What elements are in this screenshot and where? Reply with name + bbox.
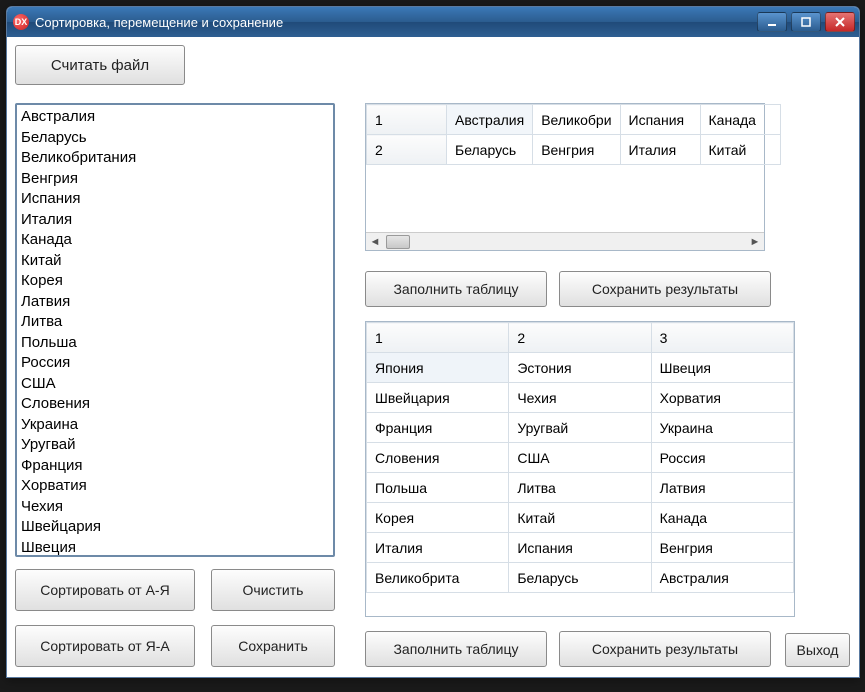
grid-cell[interactable]: Швеция — [651, 353, 793, 383]
grid-cell[interactable]: США — [509, 443, 651, 473]
list-item[interactable]: Испания — [21, 189, 329, 210]
grid-cell[interactable]: Корея — [367, 503, 509, 533]
list-item[interactable]: Канада — [21, 230, 329, 251]
list-item[interactable]: Словения — [21, 394, 329, 415]
bottom-grid[interactable]: 123 ЯпонияЭстонияШвеция ШвейцарияЧехияХорв… — [365, 321, 795, 617]
grid-cell[interactable]: Швейцария — [367, 383, 509, 413]
list-item[interactable]: Франция — [21, 456, 329, 477]
app-window: DX Сортировка, перемещение и сохранение … — [6, 6, 860, 678]
grid-cell[interactable]: Эстония — [509, 353, 651, 383]
grid-cell[interactable]: Литва — [509, 473, 651, 503]
list-item[interactable]: Корея — [21, 271, 329, 292]
list-item[interactable]: Китай — [21, 251, 329, 272]
list-item[interactable]: Беларусь — [21, 128, 329, 149]
grid-cell[interactable]: Австралия — [447, 105, 533, 135]
col-header: 2 — [509, 323, 651, 353]
scroll-left-icon[interactable]: ◄ — [366, 234, 384, 250]
col-header: 3 — [651, 323, 793, 353]
country-listbox[interactable]: АвстралияБеларусьВеликобританияВенгрияИс… — [15, 103, 335, 557]
col-header: 1 — [367, 323, 509, 353]
row-header: 1 — [367, 105, 447, 135]
grid-cell[interactable]: Венгрия — [533, 135, 620, 165]
list-item[interactable]: Россия — [21, 353, 329, 374]
grid-cell[interactable]: Япония — [367, 353, 509, 383]
minimize-button[interactable] — [757, 12, 787, 32]
grid-cell[interactable]: Великобрита — [367, 563, 509, 593]
list-item[interactable]: Хорватия — [21, 476, 329, 497]
grid-cell[interactable]: Великобри — [533, 105, 620, 135]
list-item[interactable]: Венгрия — [21, 169, 329, 190]
titlebar[interactable]: DX Сортировка, перемещение и сохранение — [7, 7, 859, 37]
save-button[interactable]: Сохранить — [211, 625, 335, 667]
grid-cell[interactable]: Хорватия — [651, 383, 793, 413]
row-header: 2 — [367, 135, 447, 165]
list-item[interactable]: Швеция — [21, 538, 329, 558]
list-item[interactable]: Швейцария — [21, 517, 329, 538]
fill-table-top-button[interactable]: Заполнить таблицу — [365, 271, 547, 307]
list-item[interactable]: США — [21, 374, 329, 395]
grid-cell[interactable]: Польша — [367, 473, 509, 503]
exit-button[interactable]: Выход — [785, 633, 850, 667]
grid-cell[interactable]: Чехия — [509, 383, 651, 413]
list-item[interactable]: Италия — [21, 210, 329, 231]
sort-za-button[interactable]: Сортировать от Я-А — [15, 625, 195, 667]
list-item[interactable]: Латвия — [21, 292, 329, 313]
list-item[interactable]: Чехия — [21, 497, 329, 518]
list-item[interactable]: Великобритания — [21, 148, 329, 169]
grid-cell[interactable]: Венгрия — [651, 533, 793, 563]
top-grid[interactable]: 1АвстралияВеликобриИспанияКанада2Беларус… — [365, 103, 765, 251]
grid-cell[interactable]: Италия — [620, 135, 700, 165]
grid-cell[interactable]: Франция — [367, 413, 509, 443]
save-results-bottom-button[interactable]: Сохранить результаты — [559, 631, 771, 667]
grid-cell[interactable]: Испания — [509, 533, 651, 563]
scroll-right-icon[interactable]: ► — [746, 234, 764, 250]
grid-cell[interactable]: Канада — [651, 503, 793, 533]
app-icon: DX — [13, 14, 29, 30]
grid-cell[interactable]: Уругвай — [509, 413, 651, 443]
grid-cell[interactable]: Украина — [651, 413, 793, 443]
grid-cell[interactable]: Беларусь — [509, 563, 651, 593]
top-grid-hscroll[interactable]: ◄ ► — [366, 232, 764, 250]
list-item[interactable]: Польша — [21, 333, 329, 354]
list-item[interactable]: Литва — [21, 312, 329, 333]
grid-cell[interactable]: Беларусь — [447, 135, 533, 165]
clear-button[interactable]: Очистить — [211, 569, 335, 611]
grid-cell[interactable]: Россия — [651, 443, 793, 473]
list-item[interactable]: Австралия — [21, 107, 329, 128]
grid-cell[interactable]: Китай — [700, 135, 780, 165]
grid-cell[interactable]: Италия — [367, 533, 509, 563]
fill-table-bottom-button[interactable]: Заполнить таблицу — [365, 631, 547, 667]
grid-cell[interactable]: Канада — [700, 105, 780, 135]
list-item[interactable]: Украина — [21, 415, 329, 436]
grid-cell[interactable]: Китай — [509, 503, 651, 533]
scroll-thumb[interactable] — [386, 235, 410, 249]
maximize-button[interactable] — [791, 12, 821, 32]
save-results-top-button[interactable]: Сохранить результаты — [559, 271, 771, 307]
close-button[interactable] — [825, 12, 855, 32]
grid-cell[interactable]: Австралия — [651, 563, 793, 593]
list-item[interactable]: Уругвай — [21, 435, 329, 456]
read-file-button[interactable]: Считать файл — [15, 45, 185, 85]
grid-cell[interactable]: Латвия — [651, 473, 793, 503]
grid-cell[interactable]: Словения — [367, 443, 509, 473]
sort-az-button[interactable]: Сортировать от А-Я — [15, 569, 195, 611]
grid-cell[interactable]: Испания — [620, 105, 700, 135]
window-title: Сортировка, перемещение и сохранение — [35, 15, 757, 30]
